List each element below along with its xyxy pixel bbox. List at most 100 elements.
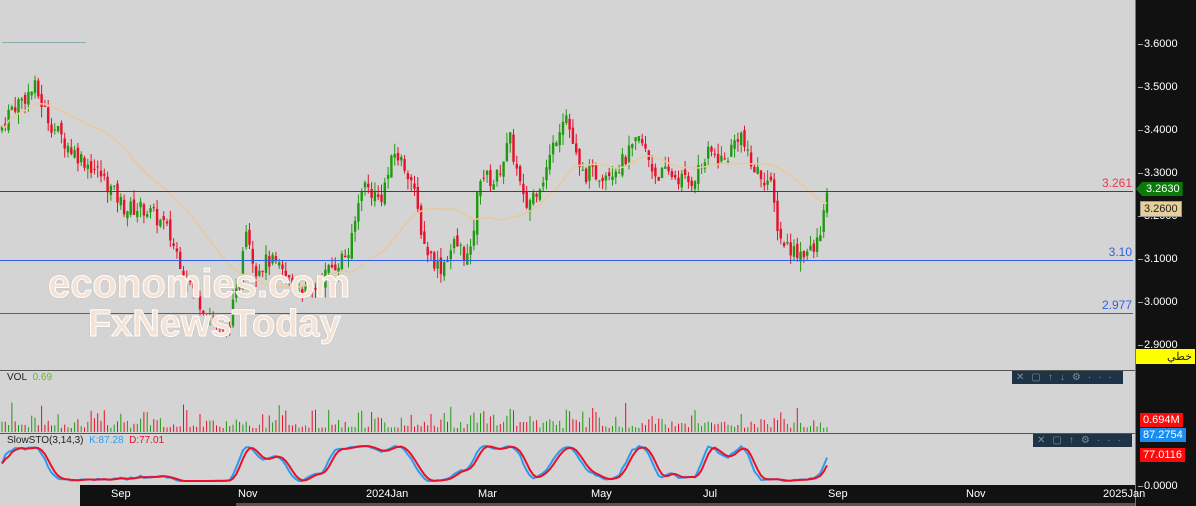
candle-body (743, 130, 746, 147)
month-label: 2025Jan (1103, 488, 1146, 500)
candle-body (393, 153, 396, 158)
candle-body (63, 138, 66, 149)
candle-body (769, 176, 773, 181)
candle-body (598, 180, 601, 182)
candle-body (129, 201, 132, 215)
candle-body (575, 143, 578, 153)
candle-body (37, 80, 40, 97)
candle-body (390, 155, 393, 178)
volume-label: VOL (7, 372, 28, 383)
candle-body (716, 154, 720, 164)
candle-body (119, 196, 122, 206)
candle-body (146, 214, 149, 217)
candle-body (594, 165, 598, 180)
candle-body (360, 191, 363, 202)
candle-body (99, 170, 103, 177)
price-axis[interactable]: 3.60003.50003.40003.30003.20003.10003.00… (1135, 0, 1196, 506)
stoch-title: SlowSTO(3,14,3) K:87.28 D:77.01 (7, 435, 164, 446)
candle-body (650, 164, 654, 172)
candle-body (76, 147, 80, 164)
candle-body (786, 242, 789, 244)
candle-body (347, 255, 350, 259)
candle-body (551, 142, 555, 155)
level-label-310: 3.10 (1108, 245, 1132, 259)
candle-body (139, 201, 142, 208)
candle-body (779, 228, 782, 239)
candle-body (83, 157, 86, 168)
candle-body (449, 250, 452, 260)
candle-body (30, 91, 33, 96)
candle-body (495, 169, 499, 182)
candle-body (152, 207, 155, 209)
candle-body (14, 107, 17, 112)
candle-body (545, 167, 548, 181)
candle-body (403, 159, 406, 171)
candle-body (106, 176, 109, 193)
candle-body (733, 140, 736, 149)
chart-type-button[interactable]: خطي (1136, 349, 1195, 364)
candle-body (469, 246, 472, 255)
candle-body (614, 171, 617, 178)
stoch-d-tag: 77.0116 (1140, 448, 1185, 462)
candle-body (815, 237, 819, 252)
candle-body (644, 143, 647, 149)
candle-body (518, 166, 522, 182)
candle-body (776, 200, 779, 232)
candle-body (723, 158, 726, 160)
ma-price-tag: 3.2600 (1140, 201, 1182, 217)
candle-body (400, 156, 403, 161)
candle-body (122, 199, 126, 215)
candle-body (561, 121, 565, 135)
candle-body (683, 169, 687, 176)
candle-body (680, 173, 683, 188)
candle-body (353, 220, 357, 232)
candle-body (670, 171, 674, 177)
candle-body (426, 246, 429, 256)
candle-body (753, 166, 756, 173)
candle-body (373, 191, 377, 202)
level-line-3261[interactable] (0, 191, 1133, 192)
candle-body (812, 243, 815, 252)
candle-body (406, 173, 410, 180)
candle-body (459, 244, 462, 246)
price-tick: 3.1000 (1138, 253, 1178, 265)
candle-body (89, 161, 93, 173)
candle-body (591, 165, 594, 167)
volume-value: 0.69 (32, 372, 53, 383)
candle-body (641, 139, 644, 144)
panel-divider[interactable] (0, 433, 1135, 434)
candle-body (802, 250, 806, 258)
candle-body (726, 160, 730, 163)
candle-body (27, 91, 30, 105)
stoch-panel-toolbar[interactable]: ✕▢↑⚙··· (1033, 434, 1132, 447)
candle-body (499, 173, 502, 175)
candle-body (149, 208, 152, 213)
candle-body (410, 177, 413, 181)
candle-body (165, 221, 169, 224)
level-line-310[interactable] (0, 260, 1133, 261)
stoch-k-label: K:87.28 (89, 435, 124, 446)
candle-body (588, 165, 591, 181)
candle-body (472, 230, 476, 246)
candle-body (367, 183, 370, 188)
candle-body (627, 145, 631, 162)
volume-panel-toolbar[interactable]: ✕▢↑↓⚙··· (1012, 371, 1123, 384)
candle-body (759, 170, 763, 180)
month-label: Sep (111, 488, 131, 500)
candle-body (621, 154, 624, 176)
candle-body (822, 210, 825, 233)
stoch-label: SlowSTO(3,14,3) (7, 435, 84, 446)
candle-body (17, 99, 20, 114)
plot-area[interactable] (0, 0, 1135, 485)
candle-body (73, 150, 76, 158)
candle-body (43, 105, 47, 107)
candle-body (80, 154, 83, 163)
candle-body (350, 232, 353, 259)
candle-body (637, 136, 641, 141)
candle-body (657, 176, 660, 181)
candle-body (10, 106, 14, 110)
candle-body (558, 132, 561, 146)
panel-divider[interactable] (0, 370, 1135, 371)
candle-body (660, 167, 664, 178)
candle-body (548, 154, 551, 170)
